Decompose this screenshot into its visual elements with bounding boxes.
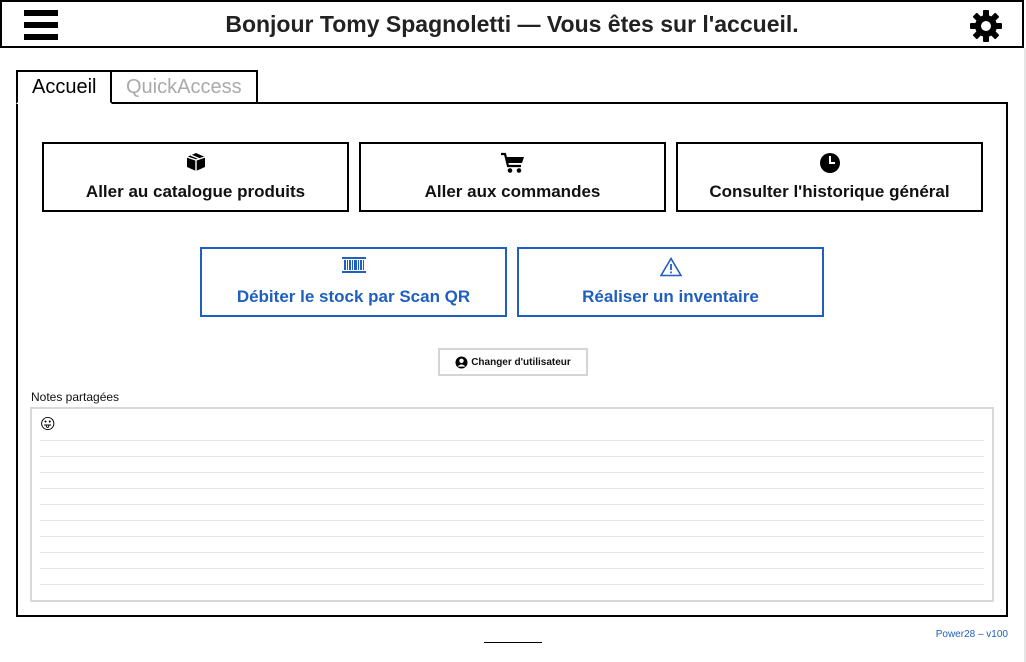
scan-qr-button-label: Débiter le stock par Scan QR — [236, 287, 471, 306]
warning-triangle-icon — [519, 257, 822, 279]
catalogue-button[interactable]: Aller au catalogue produits — [42, 142, 349, 212]
switch-user-button[interactable]: Changer d'utilisateur — [438, 348, 588, 376]
top-bar: Bonjour Tomy Spagnoletti — Vous êtes sur… — [0, 0, 1024, 48]
inventory-button-label: Réaliser un inventaire — [582, 287, 759, 306]
orders-button[interactable]: Aller aux commandes — [359, 142, 666, 212]
clock-icon — [678, 152, 981, 174]
switch-user-label: Changer d'utilisateur — [471, 356, 571, 368]
notes-label: Notes partagées — [31, 390, 120, 404]
user-circle-icon — [455, 356, 468, 368]
history-button[interactable]: Consulter l'historique général — [676, 142, 983, 212]
barcode-icon — [202, 257, 505, 279]
package-box-icon — [44, 152, 347, 174]
shopping-cart-icon — [361, 152, 664, 174]
history-button-label: Consulter l'historique général — [709, 182, 950, 201]
catalogue-button-label: Aller au catalogue produits — [85, 182, 306, 201]
page-title: Bonjour Tomy Spagnoletti — Vous êtes sur… — [225, 11, 799, 37]
inventory-button[interactable]: Réaliser un inventaire — [517, 247, 824, 317]
shared-notes-field[interactable]: 😛 — [30, 407, 994, 602]
orders-button-label: Aller aux commandes — [424, 182, 601, 201]
scan-qr-button[interactable]: Débiter le stock par Scan QR — [200, 247, 507, 317]
bottom-divider — [484, 642, 542, 643]
version-link[interactable]: Power28 – v100 — [936, 629, 1008, 640]
tab-quickaccess[interactable]: QuickAccess — [112, 70, 258, 104]
gear-icon[interactable] — [968, 8, 1004, 44]
tab-accueil[interactable]: Accueil — [16, 70, 112, 104]
